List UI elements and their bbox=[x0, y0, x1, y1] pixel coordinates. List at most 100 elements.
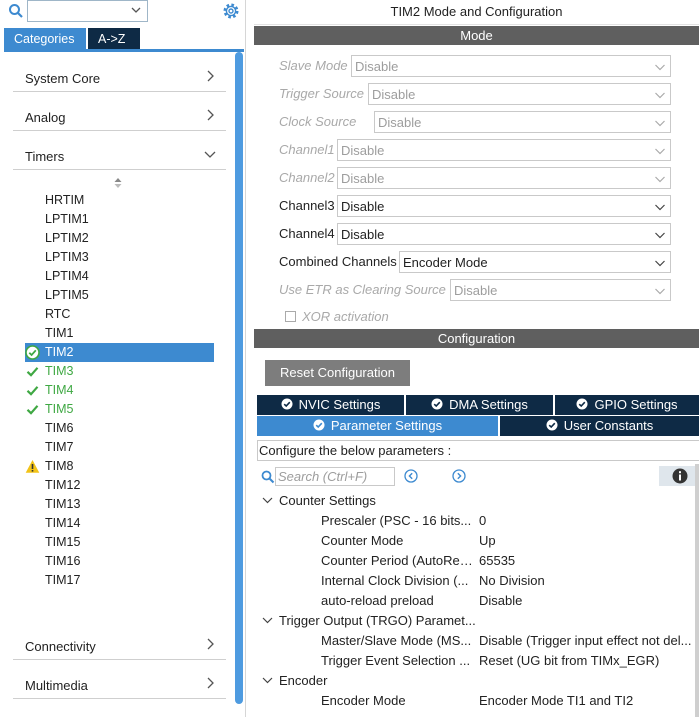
timer-label: TIM13 bbox=[45, 497, 81, 511]
mode-row-channel4: Channel4 Disable bbox=[279, 223, 671, 245]
parameter-row[interactable]: auto-reload preload Disable bbox=[321, 590, 699, 610]
combined-channels-select[interactable]: Encoder Mode bbox=[399, 251, 671, 273]
parameter-scrollbar[interactable] bbox=[695, 464, 699, 717]
parameter-row[interactable]: Counter Mode Up bbox=[321, 530, 699, 550]
previous-match-icon[interactable] bbox=[404, 469, 418, 483]
tab-categories[interactable]: Categories bbox=[4, 28, 86, 50]
next-match-icon[interactable] bbox=[452, 469, 466, 483]
timer-item-lptim1[interactable]: LPTIM1 bbox=[25, 210, 214, 229]
parameter-row[interactable]: Trigger Event Selection ... Reset (UG bit… bbox=[321, 650, 699, 670]
timer-label: TIM7 bbox=[45, 440, 74, 454]
chevron-down-icon bbox=[655, 120, 665, 127]
timer-item-tim17[interactable]: TIM17 bbox=[25, 571, 214, 590]
parameter-name: Counter Period (AutoRel... bbox=[321, 553, 473, 568]
search-input[interactable] bbox=[27, 0, 148, 22]
check-circle-icon bbox=[26, 386, 39, 396]
parameter-value[interactable]: Disable bbox=[479, 593, 699, 608]
timer-item-tim12[interactable]: TIM12 bbox=[25, 476, 214, 495]
parameter-value[interactable]: Encoder Mode TI1 and TI2 bbox=[479, 693, 699, 708]
timer-label: TIM15 bbox=[45, 535, 81, 549]
channel2-select: Disable bbox=[337, 167, 671, 189]
parameter-value[interactable]: Up bbox=[479, 533, 699, 548]
timer-item-lptim4[interactable]: LPTIM4 bbox=[25, 267, 214, 286]
tab-parameter-settings[interactable]: Parameter Settings bbox=[257, 416, 498, 436]
parameter-value[interactable]: No Division bbox=[479, 573, 699, 588]
tab-user-constants[interactable]: User Constants bbox=[500, 416, 699, 436]
timer-label: TIM6 bbox=[45, 421, 74, 435]
tab-label: GPIO Settings bbox=[594, 397, 678, 412]
section-label: Counter Settings bbox=[279, 493, 376, 508]
timer-item-rtc[interactable]: RTC bbox=[25, 305, 214, 324]
chevron-down-icon[interactable] bbox=[130, 4, 142, 16]
timer-item-tim5[interactable]: TIM5 bbox=[25, 400, 214, 419]
parameter-row[interactable]: Counter Period (AutoRel... 65535 bbox=[321, 550, 699, 570]
left-scrollbar[interactable] bbox=[235, 52, 243, 704]
timer-label: TIM2 bbox=[45, 345, 74, 359]
category-timers[interactable]: Timers bbox=[13, 136, 226, 170]
timer-item-tim14[interactable]: TIM14 bbox=[25, 514, 214, 533]
check-circle-icon bbox=[25, 345, 40, 360]
mode-row-channel1: Channel1 Disable bbox=[279, 139, 671, 161]
chevron-down-icon bbox=[204, 151, 216, 158]
chevron-down-icon bbox=[655, 92, 665, 99]
tab-dma-settings[interactable]: DMA Settings bbox=[406, 395, 553, 415]
timer-item-tim3[interactable]: TIM3 bbox=[25, 362, 214, 381]
timer-item-lptim2[interactable]: LPTIM2 bbox=[25, 229, 214, 248]
tab-nvic-settings[interactable]: NVIC Settings bbox=[257, 395, 404, 415]
mode-row-combined-channels: Combined Channels Encoder Mode bbox=[279, 251, 671, 273]
select-value: Disable bbox=[454, 283, 498, 298]
select-value: Disable bbox=[341, 171, 385, 186]
chevron-down-icon bbox=[655, 232, 665, 239]
parameter-name: auto-reload preload bbox=[321, 593, 434, 608]
parameter-search-input[interactable]: Search (Ctrl+F) bbox=[275, 467, 395, 486]
parameter-value[interactable]: 65535 bbox=[479, 553, 699, 568]
tab-a-to-z[interactable]: A->Z bbox=[88, 28, 140, 50]
timer-item-tim8[interactable]: TIM8 bbox=[25, 457, 214, 476]
timer-item-tim15[interactable]: TIM15 bbox=[25, 533, 214, 552]
timer-item-lptim3[interactable]: LPTIM3 bbox=[25, 248, 214, 267]
timer-label: TIM16 bbox=[45, 554, 81, 568]
chevron-right-icon bbox=[207, 677, 214, 689]
parameter-row[interactable]: Master/Slave Mode (MS... Disable (Trigger… bbox=[321, 630, 699, 650]
reset-configuration-button[interactable]: Reset Configuration bbox=[265, 360, 410, 386]
timer-item-tim16[interactable]: TIM16 bbox=[25, 552, 214, 571]
xor-checkbox[interactable] bbox=[285, 311, 296, 322]
timer-label: HRTIM bbox=[45, 193, 85, 207]
timer-item-tim13[interactable]: TIM13 bbox=[25, 495, 214, 514]
configuration-band: Configuration bbox=[254, 329, 699, 348]
mode-label: Channel2 bbox=[279, 170, 335, 185]
parameter-row[interactable]: Encoder Mode Encoder Mode TI1 and TI2 bbox=[321, 690, 699, 710]
category-connectivity[interactable]: Connectivity bbox=[13, 626, 226, 660]
page-title: TIM2 Mode and Configuration bbox=[254, 0, 699, 25]
timer-item-tim1[interactable]: TIM1 bbox=[25, 324, 214, 343]
chevron-down-icon bbox=[262, 677, 273, 684]
parameter-row[interactable]: Prescaler (PSC - 16 bits... 0 bbox=[321, 510, 699, 530]
parameter-row[interactable]: Internal Clock Division (... No Division bbox=[321, 570, 699, 590]
mode-label: Clock Source bbox=[279, 114, 357, 129]
info-button[interactable] bbox=[659, 466, 699, 486]
category-multimedia[interactable]: Multimedia bbox=[13, 665, 226, 699]
timer-item-tim2[interactable]: TIM2 bbox=[25, 343, 214, 362]
right-panel: TIM2 Mode and Configuration Mode Slave M… bbox=[254, 0, 699, 717]
tab-gpio-settings[interactable]: GPIO Settings bbox=[555, 395, 699, 415]
tab-label: Parameter Settings bbox=[330, 418, 443, 433]
category-analog[interactable]: Analog bbox=[13, 97, 226, 131]
category-system-core[interactable]: System Core bbox=[13, 58, 226, 92]
timer-item-tim4[interactable]: TIM4 bbox=[25, 381, 214, 400]
channel4-select[interactable]: Disable bbox=[337, 223, 671, 245]
timer-item-lptim5[interactable]: LPTIM5 bbox=[25, 286, 214, 305]
parameter-value[interactable]: Disable (Trigger input effect not del... bbox=[479, 633, 699, 648]
sort-icon[interactable] bbox=[112, 177, 124, 189]
parameter-value[interactable]: 0 bbox=[479, 513, 699, 528]
timer-item-tim7[interactable]: TIM7 bbox=[25, 438, 214, 457]
parameter-value[interactable]: Reset (UG bit from TIMx_EGR) bbox=[479, 653, 699, 668]
parameter-name: Counter Mode bbox=[321, 533, 404, 548]
timer-label: TIM17 bbox=[45, 573, 81, 587]
section-label: Trigger Output (TRGO) Paramet... bbox=[279, 613, 476, 628]
search-icon[interactable] bbox=[8, 3, 24, 19]
timer-label: LPTIM2 bbox=[45, 231, 89, 245]
timer-item-tim6[interactable]: TIM6 bbox=[25, 419, 214, 438]
gear-icon[interactable] bbox=[221, 1, 241, 21]
channel3-select[interactable]: Disable bbox=[337, 195, 671, 217]
timer-item-hrtim[interactable]: HRTIM bbox=[25, 191, 214, 210]
